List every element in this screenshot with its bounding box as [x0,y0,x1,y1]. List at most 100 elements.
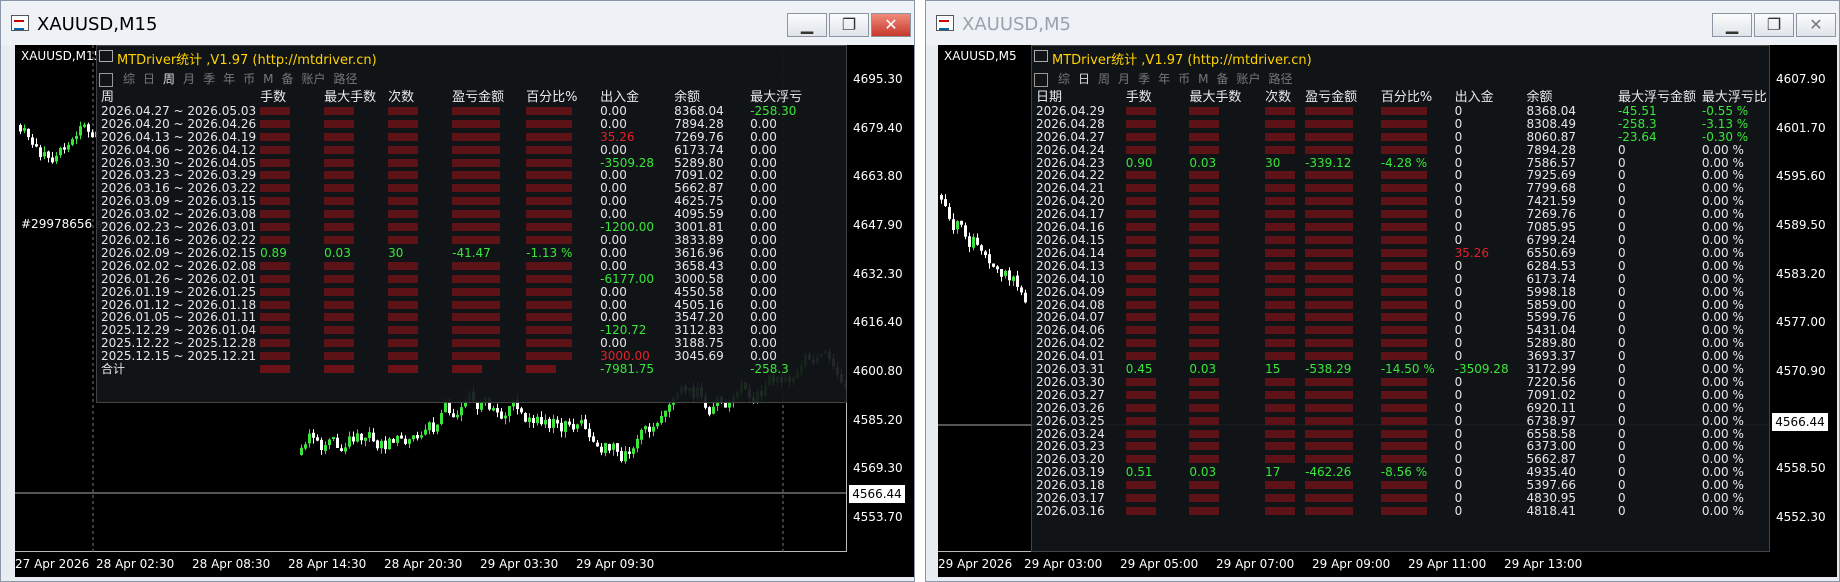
cell-pnl [450,144,524,157]
cell-maxlots [322,208,386,221]
tab-9[interactable]: 账户 [1236,72,1260,86]
panel-menu-icon[interactable] [99,50,113,62]
tab-5[interactable]: 年 [223,72,235,86]
tab-1[interactable]: 日 [1078,72,1090,86]
cell-lots [258,350,322,363]
table-row[interactable]: 2026.03.31 0.45 0.03 15 -538.29 -14.50 % -3509… [1034,363,1769,376]
cell-ddp: 0.00 % [1701,245,1744,260]
tab-9[interactable]: 账户 [301,72,325,86]
tabs-menu-icon[interactable] [99,72,113,87]
cell-bal: 6920.11 [1526,400,1577,415]
tab-8[interactable]: 备 [281,72,293,86]
table-row[interactable]: 2026.02.16 ~ 2026.02.22 0.00 3833.89 0.00 [99,234,818,247]
close-button[interactable]: ✕ [871,13,911,37]
tab-10[interactable]: 路径 [1269,72,1293,86]
table-row[interactable]: 2026.04.13 0 6284.53 0 0.00 % [1034,259,1769,273]
table-row[interactable]: 2026.03.25 0 6738.97 0 0.00 % [1034,414,1769,428]
table-row[interactable]: 2026.03.27 0 7091.02 0 0.00 % [1034,387,1769,402]
candle-body [444,402,447,413]
table-row[interactable]: 2026.04.08 0 5859.00 0 0.00 % [1034,298,1769,312]
table-row[interactable]: 2026.04.16 0 7085.95 0 0.00 % [1034,221,1769,234]
maximize-button[interactable]: ❐ [829,13,869,37]
table-row[interactable]: 2026.04.27 ~ 2026.05.03 0.00 8368.04 -258.3… [99,105,818,118]
tab-6[interactable]: 币 [243,72,255,86]
maximize-button[interactable]: ❐ [1754,13,1794,37]
chart-window-xauusd-m5[interactable]: XAUUSD,M5 ▁ ❐ ✕ XAUUSD,M5 4607.90 4601.70… [925,0,1840,582]
table-row[interactable]: 2026.04.22 0 7925.69 0 0.00 % [1034,169,1769,182]
cell-dd: 0 [1617,207,1626,222]
table-row[interactable]: 2026.04.23 0.90 0.03 30 -339.12 -4.28 % 0 7586.… [1034,156,1769,170]
table-row[interactable]: 2026.03.17 0 4830.95 0 0.00 % [1034,492,1769,505]
table-row[interactable]: 2026.04.06 0 5431.04 0 0.00 % [1034,324,1769,337]
candle-body [1008,270,1011,281]
table-row[interactable]: 2026.04.28 0 8308.49 -258.3 -3.13 % [1034,117,1769,131]
candle-body [492,408,495,411]
table-row[interactable]: 2026.04.24 0 7894.28 0 0.00 % [1034,143,1769,157]
table-row[interactable]: 2026.04.14 35.26 6550.69 0 0.00 % [1034,245,1769,260]
candle-body [456,414,459,418]
table-row[interactable]: 2026.01.19 ~ 2026.01.25 0.00 4550.58 0.00 [99,285,818,299]
table-row[interactable]: 2025.12.15 ~ 2025.12.21 3000.00 3045.69 0.0… [99,350,818,363]
table-row[interactable]: 2026.04.07 0 5599.76 0 0.00 % [1034,311,1769,324]
price-axis-tick: 4577.00 [1776,315,1826,330]
cell-pct [1379,337,1453,350]
table-row[interactable]: 2026.04.10 0 6173.74 0 0.00 % [1034,272,1769,286]
cell-lots [258,299,322,312]
tab-4[interactable]: 季 [1138,72,1150,86]
tab-7[interactable]: M [263,72,273,86]
table-row[interactable]: 2026.04.02 0 5289.80 0 0.00 % [1034,337,1769,350]
tab-4[interactable]: 季 [203,72,215,86]
cell-cash: 0 [1454,387,1463,402]
tab-8[interactable]: 备 [1216,72,1228,86]
close-button[interactable]: ✕ [1796,13,1836,37]
price-chart[interactable]: XAUUSD,M15 #29978656 sell 4695.30 4679.40… [15,45,914,577]
window-titlebar[interactable]: XAUUSD,M5 ▁ ❐ ✕ [926,1,1839,45]
table-row[interactable]: 2026.04.17 0 7269.76 0 0.00 % [1034,208,1769,221]
table-row[interactable]: 2026.04.27 0 8060.87 -23.64 -0.30 % [1034,130,1769,144]
cell-maxlots [1187,479,1263,492]
tab-5[interactable]: 年 [1158,72,1170,86]
panel-menu-icon[interactable] [1034,50,1048,62]
cell-pnl [1303,118,1379,131]
minimize-button[interactable]: ▁ [787,13,827,37]
tab-3[interactable]: 月 [1118,72,1130,86]
table-row[interactable]: 2026.01.26 ~ 2026.02.01 -6177.00 3000.58 0.… [99,272,818,286]
price-chart[interactable]: XAUUSD,M5 4607.90 4601.70 4595.60 4589.50 45… [938,45,1837,577]
table-row[interactable]: 2026.03.30 0 7220.56 0 0.00 % [1034,376,1769,389]
table-row[interactable]: 2026.03.23 0 6373.00 0 0.00 % [1034,440,1769,453]
candle-body [384,440,387,450]
tabs-menu-icon[interactable] [1034,72,1048,87]
tab-2[interactable]: 周 [1098,72,1110,86]
table-row[interactable]: 2026.04.06 ~ 2026.04.12 0.00 6173.74 0.00 [99,143,818,157]
minimize-button[interactable]: ▁ [1712,13,1752,37]
mtdriver-stats-panel[interactable]: MTDriver统计 ,V1.97 (http://mtdriver.cn) 综… [1031,45,1770,552]
tab-2[interactable]: 周 [163,72,175,86]
table-row[interactable]: 2026.03.24 0 6558.58 0 0.00 % [1034,427,1769,441]
table-row[interactable]: 2026.04.13 ~ 2026.04.19 35.26 7269.76 0.00 [99,130,818,144]
table-row[interactable]: 2026.04.15 0 6799.24 0 0.00 % [1034,234,1769,247]
cell-pct [1379,376,1453,389]
tab-3[interactable]: 月 [183,72,195,86]
table-row[interactable]: 2026.04.20 0 7421.59 0 0.00 % [1034,195,1769,208]
table-row[interactable]: 2026.02.09 ~ 2026.02.15 0.89 0.03 30 -41.47 -… [99,246,818,260]
tab-0[interactable]: 综 [123,72,135,86]
table-row[interactable]: 2026.04.20 ~ 2026.04.26 0.00 7894.28 0.00 [99,117,818,131]
tab-6[interactable]: 币 [1178,72,1190,86]
tab-1[interactable]: 日 [143,72,155,86]
mtdriver-stats-panel[interactable]: MTDriver统计 ,V1.97 (http://mtdriver.cn) 综… [96,45,847,403]
table-row[interactable]: 2026.02.02 ~ 2026.02.08 0.00 3658.43 0.00 [99,259,818,273]
candle-body [448,402,451,413]
cell-lots [1124,389,1188,402]
table-row[interactable]: 2026.03.18 0 5397.66 0 0.00 % [1034,479,1769,492]
table-row[interactable]: 2026.04.21 0 7799.68 0 0.00 % [1034,182,1769,195]
chart-window-xauusd-m15[interactable]: XAUUSD,M15 ▁ ❐ ✕ XAUUSD,M15 #29978656 se… [0,0,915,582]
window-titlebar[interactable]: XAUUSD,M15 ▁ ❐ ✕ [1,1,914,45]
table-row[interactable]: 2026.03.19 0.51 0.03 17 -462.26 -8.56 % 0 4935.… [1034,466,1769,479]
tab-0[interactable]: 综 [1058,72,1070,86]
table-row[interactable]: 2026.04.29 0 8368.04 -45.51 -0.55 % [1034,105,1769,118]
table-row[interactable]: 2026.03.26 0 6920.11 0 0.00 % [1034,400,1769,415]
table-row[interactable]: 2026.03.16 0 4818.41 0 0.00 % [1034,505,1769,518]
table-row[interactable]: 2026.04.09 0 5998.18 0 0.00 % [1034,285,1769,299]
tab-7[interactable]: M [1198,72,1208,86]
tab-10[interactable]: 路径 [334,72,358,86]
